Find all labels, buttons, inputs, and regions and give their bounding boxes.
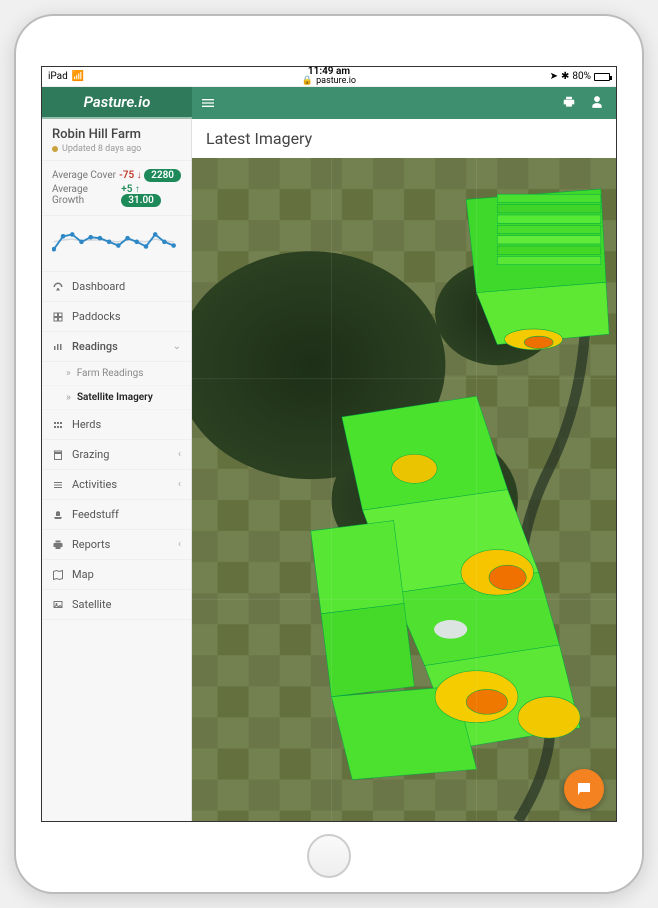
nav-satellite-imagery[interactable]: Satellite Imagery — [42, 386, 191, 410]
print-icon[interactable] — [562, 94, 576, 113]
battery-icon — [594, 73, 610, 81]
page-title: Latest Imagery — [192, 119, 616, 158]
nav-paddocks-label: Paddocks — [72, 310, 121, 323]
feedstuff-icon — [52, 509, 64, 521]
nav-activities-label: Activities — [72, 478, 117, 491]
nav-reports-label: Reports — [72, 538, 110, 551]
avg-cover-value: 2280 — [144, 169, 181, 182]
nav-list: Dashboard Paddocks Readings ⌄ Farm Readi… — [42, 272, 191, 620]
farm-name: Robin Hill Farm — [52, 127, 181, 142]
nav-farm-readings-label: Farm Readings — [77, 368, 144, 379]
chevron-left-icon: ‹ — [178, 479, 181, 490]
nav-feedstuff[interactable]: Feedstuff — [42, 500, 191, 530]
reports-icon — [52, 539, 64, 551]
map-icon — [52, 569, 64, 581]
satellite-icon — [52, 599, 64, 611]
chevron-left-icon: ‹ — [178, 539, 181, 550]
menu-toggle-button[interactable] — [192, 95, 224, 111]
avg-cover-label: Average Cover — [52, 170, 116, 181]
status-url: pasture.io — [316, 77, 356, 87]
app-header: Pasture.io — [42, 87, 616, 119]
nav-satellite-imagery-label: Satellite Imagery — [77, 392, 153, 403]
battery-percent: 80% — [572, 71, 591, 82]
nav-readings-label: Readings — [72, 340, 118, 353]
grazing-icon — [52, 449, 64, 461]
nav-reports[interactable]: Reports ‹ — [42, 530, 191, 560]
nav-map-label: Map — [72, 568, 94, 581]
nav-satellite-label: Satellite — [72, 598, 111, 611]
nav-dashboard-label: Dashboard — [72, 280, 125, 293]
farm-header: Robin Hill Farm Updated 8 days ago — [42, 119, 191, 161]
lock-icon: 🔒 — [302, 77, 313, 87]
app-body: Robin Hill Farm Updated 8 days ago Avera… — [42, 119, 616, 821]
tablet-frame: iPad 11:49 am 🔒 pasture.io ➤ ✱ 80% Pastu… — [14, 14, 644, 894]
nav-paddocks[interactable]: Paddocks — [42, 302, 191, 332]
nav-grazing[interactable]: Grazing ‹ — [42, 440, 191, 470]
stats-block: Average Cover -75 2280 Average Growth +5… — [42, 161, 191, 216]
screen: iPad 11:49 am 🔒 pasture.io ➤ ✱ 80% Pastu… — [41, 66, 617, 822]
sparkline-chart — [42, 216, 191, 272]
nav-readings[interactable]: Readings ⌄ — [42, 332, 191, 362]
user-icon[interactable] — [590, 94, 604, 113]
updated-label: Updated 8 days ago — [52, 144, 181, 154]
nav-feedstuff-label: Feedstuff — [72, 508, 119, 521]
nav-activities[interactable]: Activities ‹ — [42, 470, 191, 500]
logo-text: Pasture.io — [84, 93, 151, 111]
paddocks-icon — [52, 311, 64, 323]
nav-map[interactable]: Map — [42, 560, 191, 590]
nav-satellite[interactable]: Satellite — [42, 590, 191, 620]
app-logo[interactable]: Pasture.io — [42, 87, 192, 119]
nav-herds-label: Herds — [72, 418, 101, 431]
dashboard-icon — [52, 281, 64, 293]
wifi-icon — [72, 71, 84, 82]
nav-grazing-label: Grazing — [72, 448, 109, 461]
nav-herds[interactable]: Herds — [42, 410, 191, 440]
activities-icon — [52, 479, 64, 491]
avg-cover-change: -75 — [119, 170, 142, 181]
device-label: iPad — [48, 71, 68, 82]
avg-growth-label: Average Growth — [52, 184, 121, 206]
home-button[interactable] — [307, 834, 351, 878]
chevron-left-icon: ‹ — [178, 449, 181, 460]
ios-status-bar: iPad 11:49 am 🔒 pasture.io ➤ ✱ 80% — [42, 67, 616, 87]
nav-farm-readings[interactable]: Farm Readings — [42, 362, 191, 386]
readings-icon — [52, 341, 64, 353]
location-icon: ➤ — [550, 71, 558, 82]
main-panel: Latest Imagery — [192, 119, 616, 821]
nav-dashboard[interactable]: Dashboard — [42, 272, 191, 302]
satellite-map[interactable] — [192, 158, 616, 821]
herds-icon — [52, 419, 64, 431]
chat-button[interactable] — [564, 769, 604, 809]
sidebar: Robin Hill Farm Updated 8 days ago Avera… — [42, 119, 192, 821]
chevron-down-icon: ⌄ — [173, 341, 181, 352]
avg-growth-value: 31.00 — [121, 194, 161, 207]
bluetooth-icon: ✱ — [561, 71, 569, 82]
readings-sublist: Farm Readings Satellite Imagery — [42, 362, 191, 410]
